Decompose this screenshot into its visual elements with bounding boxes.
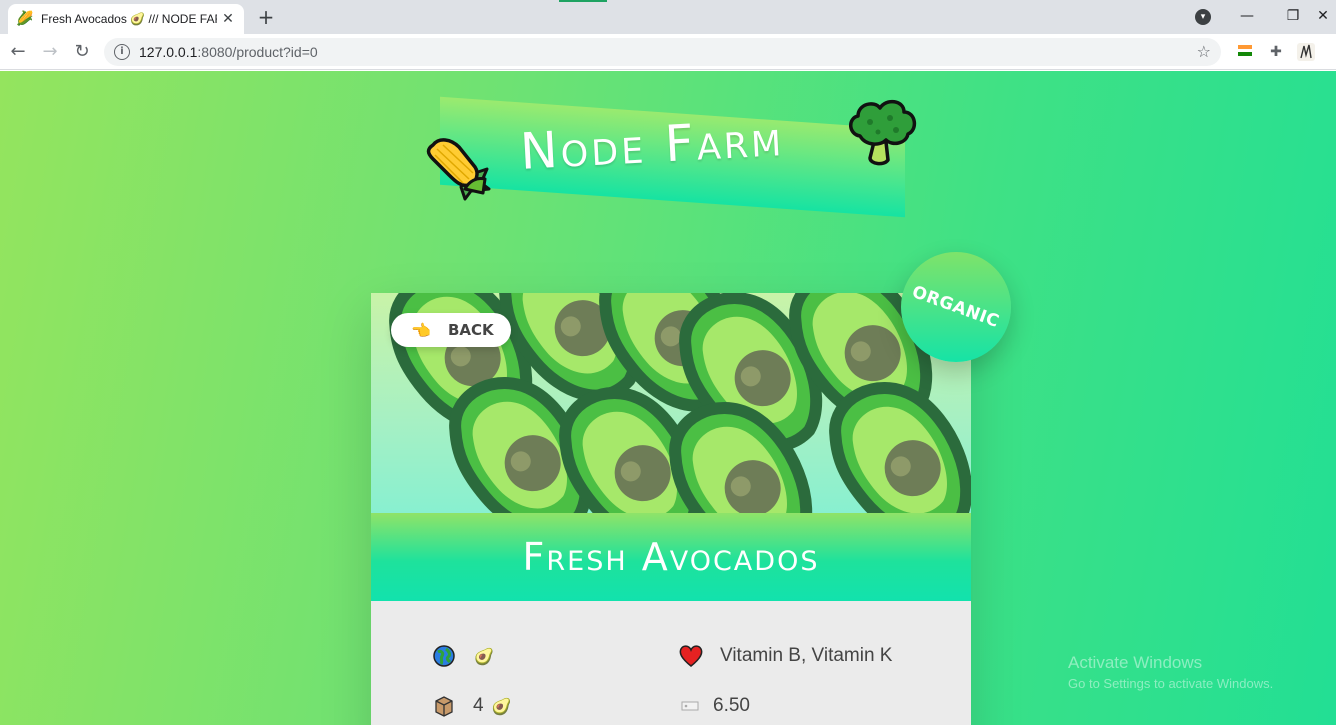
watermark-line2: Go to Settings to activate Windows.: [1068, 676, 1274, 691]
product-image: 👈 BACK: [371, 293, 971, 513]
url-host: 127.0.0.1: [139, 44, 198, 60]
browser-toolbar: ← → ↻ i 127.0.0.1:8080/product?id=0 ☆ ✚: [0, 34, 1336, 70]
flag-extension-icon[interactable]: [1236, 43, 1254, 61]
back-button-label: BACK: [448, 321, 494, 339]
profile-avatar-icon[interactable]: [1297, 43, 1315, 61]
corn-favicon-icon: 🌽: [16, 11, 34, 27]
organic-badge: ORGANIC: [901, 252, 1011, 362]
tab-search-icon[interactable]: ▾: [1195, 9, 1211, 25]
product-details: 🥑 Vitamin B, Vitamin K 4 🥑 6.50: [371, 601, 971, 725]
reload-icon[interactable]: ↻: [70, 40, 94, 64]
tab-close-icon[interactable]: ✕: [220, 11, 236, 27]
heart-icon: [679, 644, 703, 668]
url-text[interactable]: 127.0.0.1:8080/product?id=0: [139, 44, 318, 60]
globe-icon: [432, 644, 456, 668]
detail-price: 6.50: [679, 694, 750, 718]
product-title-bar: Fresh Avocados: [371, 513, 971, 601]
product-card: 👈 BACK Fresh Avocados 🥑 Vitamin B, Vitam…: [371, 293, 971, 725]
product-name: Fresh Avocados: [522, 535, 820, 579]
detail-quantity: 4 🥑: [432, 694, 514, 718]
price-value: 6.50: [713, 695, 750, 716]
page-body: Node Farm 👈 BACK Fresh Avocados 🥑 Vitami…: [0, 71, 1336, 725]
address-bar[interactable]: i 127.0.0.1:8080/product?id=0 ☆: [104, 38, 1221, 66]
bookmark-star-icon[interactable]: ☆: [1197, 42, 1211, 61]
tab-strip-indicator: [559, 0, 607, 2]
close-window-button[interactable]: ✕: [1312, 6, 1334, 26]
tab-title: Fresh Avocados 🥑 /// NODE FARM: [41, 12, 217, 26]
corn-icon: [426, 138, 491, 201]
quantity-avocado-icon: 🥑: [491, 696, 512, 716]
restore-button[interactable]: ❐: [1282, 6, 1304, 26]
watermark-line1: Activate Windows: [1068, 653, 1203, 672]
browser-tab-bar: 🌽 Fresh Avocados 🥑 /// NODE FARM ✕ + ▾ —…: [0, 0, 1336, 34]
site-info-icon[interactable]: i: [114, 44, 130, 60]
windows-activation-watermark: Activate Windows Go to Settings to activ…: [1068, 653, 1273, 691]
box-icon: [432, 694, 456, 718]
price-tag-icon: [679, 694, 703, 718]
organic-badge-label: ORGANIC: [909, 282, 1003, 332]
minimize-button[interactable]: —: [1236, 6, 1258, 26]
back-button[interactable]: 👈 BACK: [391, 313, 511, 347]
origin-avocado-icon: 🥑: [474, 646, 494, 666]
url-path: :8080/product?id=0: [197, 44, 318, 60]
broccoli-icon: [849, 99, 917, 166]
extensions-puzzle-icon[interactable]: ✚: [1267, 43, 1285, 61]
quantity-value: 4: [473, 695, 484, 716]
new-tab-button[interactable]: +: [255, 6, 277, 28]
detail-nutrients: Vitamin B, Vitamin K: [679, 644, 892, 668]
forward-arrow-icon[interactable]: →: [38, 40, 62, 64]
detail-origin: 🥑: [432, 644, 496, 668]
back-arrow-icon[interactable]: ←: [6, 40, 30, 64]
browser-tab-active[interactable]: 🌽 Fresh Avocados 🥑 /// NODE FARM ✕: [8, 4, 244, 34]
pointing-hand-icon: 👈: [411, 320, 431, 340]
nutrients-text: Vitamin B, Vitamin K: [720, 645, 893, 666]
